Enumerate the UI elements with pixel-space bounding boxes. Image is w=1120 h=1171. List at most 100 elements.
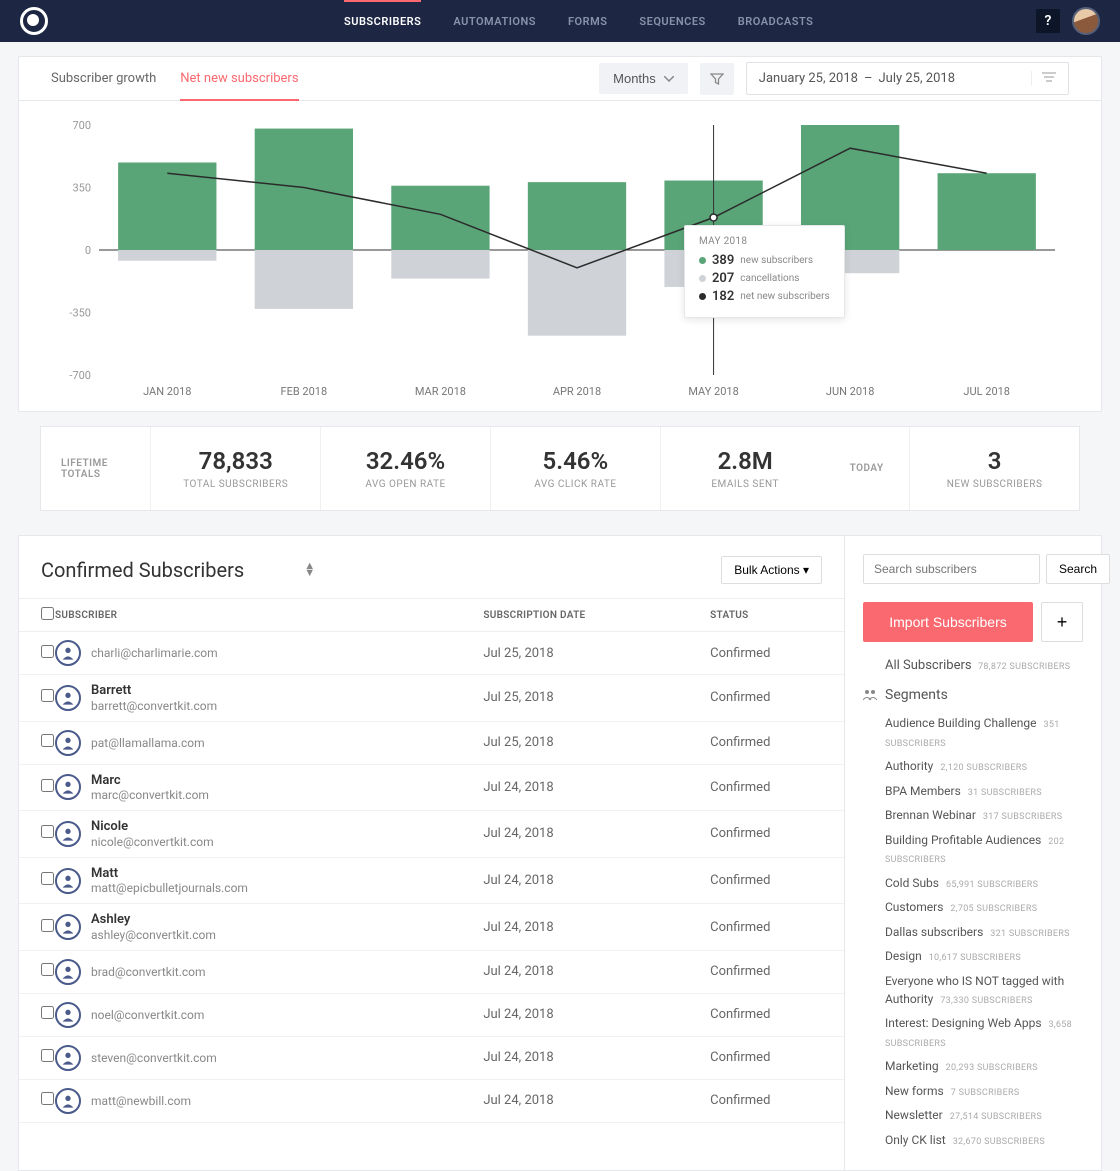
segment-item[interactable]: Everyone who IS NOT tagged with Authorit… [863, 969, 1083, 1012]
th-date[interactable]: SUBSCRIPTION DATE [483, 599, 710, 632]
svg-text:MAY 2018: MAY 2018 [688, 385, 738, 398]
svg-text:350: 350 [72, 182, 91, 195]
help-button[interactable]: ? [1036, 9, 1060, 33]
stat-block: 5.46%AVG CLICK RATE [491, 427, 661, 510]
row-checkbox[interactable] [41, 872, 54, 885]
add-button[interactable]: + [1041, 602, 1083, 642]
stats-row: LIFETIME TOTALS 78,833TOTAL SUBSCRIBERS3… [40, 426, 1080, 511]
row-checkbox[interactable] [41, 734, 54, 747]
table-row[interactable]: Marcmarc@convertkit.comJul 24, 2018Confi… [19, 764, 844, 811]
svg-text:JUL 2018: JUL 2018 [963, 385, 1010, 398]
row-checkbox[interactable] [41, 779, 54, 792]
nav-tab-forms[interactable]: FORMS [552, 0, 623, 42]
import-subscribers-button[interactable]: Import Subscribers [863, 602, 1033, 642]
segment-item[interactable]: Authority 2,120 SUBSCRIBERS [863, 754, 1083, 779]
svg-text:APR 2018: APR 2018 [553, 385, 601, 398]
chart-panel: Subscriber growth Net new subscribers Mo… [18, 56, 1102, 412]
interval-dropdown[interactable]: Months [599, 63, 688, 94]
select-all-checkbox[interactable] [41, 607, 54, 620]
segment-item[interactable]: Only CK list 32,670 SUBSCRIBERS [863, 1128, 1083, 1153]
subscribers-title: Confirmed Subscribers [41, 558, 244, 582]
nav-tabs: SUBSCRIBERSAUTOMATIONSFORMSSEQUENCESBROA… [328, 0, 829, 42]
person-icon [55, 868, 81, 894]
segment-item[interactable]: New forms 7 SUBSCRIBERS [863, 1079, 1083, 1104]
stat-block: 2.8MEMAILS SENT [661, 427, 830, 510]
filter-button[interactable] [700, 63, 734, 95]
segment-item[interactable]: Cold Subs 65,991 SUBSCRIBERS [863, 871, 1083, 896]
table-row[interactable]: noel@convertkit.comJul 24, 2018Confirmed [19, 993, 844, 1036]
logo[interactable] [20, 7, 48, 35]
segment-item[interactable]: Audience Building Challenge 351 SUBSCRIB… [863, 711, 1083, 754]
svg-text:FEB 2018: FEB 2018 [281, 385, 328, 398]
row-checkbox[interactable] [41, 963, 54, 976]
row-checkbox[interactable] [41, 1092, 54, 1105]
segment-item[interactable]: Marketing 20,293 SUBSCRIBERS [863, 1054, 1083, 1079]
today-sublabel: NEW SUBSCRIBERS [920, 479, 1069, 490]
segment-item[interactable]: Interest: Designing Web Apps 3,658 SUBSC… [863, 1011, 1083, 1054]
sort-icon [1042, 72, 1056, 82]
date-from: January 25, 2018 [759, 71, 858, 86]
segment-item[interactable]: Newsletter 27,514 SUBSCRIBERS [863, 1103, 1083, 1128]
stat-block: 78,833TOTAL SUBSCRIBERS [151, 427, 321, 510]
tab-subscriber-growth[interactable]: Subscriber growth [51, 58, 156, 99]
chart[interactable]: 7003500-350-700JAN 2018FEB 2018MAR 2018A… [19, 101, 1101, 411]
person-icon [55, 1045, 81, 1071]
segment-item[interactable]: Brennan Webinar 317 SUBSCRIBERS [863, 803, 1083, 828]
search-button[interactable]: Search [1046, 554, 1110, 584]
nav-tab-sequences[interactable]: SEQUENCES [623, 0, 721, 42]
tooltip-title: MAY 2018 [699, 236, 830, 247]
person-icon [55, 1002, 81, 1028]
chevron-down-icon [664, 76, 674, 82]
svg-text:JAN 2018: JAN 2018 [143, 385, 191, 398]
svg-text:MAR 2018: MAR 2018 [415, 385, 466, 398]
today-label: TODAY [840, 463, 884, 474]
segment-item[interactable]: BPA Members 31 SUBSCRIBERS [863, 779, 1083, 804]
th-subscriber[interactable]: SUBSCRIBER [55, 599, 483, 632]
top-nav: SUBSCRIBERSAUTOMATIONSFORMSSEQUENCESBROA… [0, 0, 1120, 42]
segment-item[interactable]: Dallas subscribers 321 SUBSCRIBERS [863, 920, 1083, 945]
table-row[interactable]: matt@newbill.comJul 24, 2018Confirmed [19, 1079, 844, 1122]
sort-toggle-icon[interactable]: ▲▼ [304, 563, 315, 576]
person-icon [55, 730, 81, 756]
svg-text:700: 700 [72, 119, 91, 132]
segments-heading: Segments [863, 687, 1083, 703]
table-row[interactable]: steven@convertkit.comJul 24, 2018Confirm… [19, 1036, 844, 1079]
table-row[interactable]: Mattmatt@epicbulletjournals.comJul 24, 2… [19, 857, 844, 904]
stat-block: 32.46%AVG OPEN RATE [321, 427, 491, 510]
nav-tab-subscribers[interactable]: SUBSCRIBERS [328, 0, 437, 42]
table-row[interactable]: Nicolenicole@convertkit.comJul 24, 2018C… [19, 811, 844, 858]
subscribers-panel: Confirmed Subscribers ▲▼ Bulk Actions ▾ … [18, 535, 844, 1171]
segment-item[interactable]: Building Profitable Audiences 202 SUBSCR… [863, 828, 1083, 871]
users-icon [863, 689, 877, 701]
tab-net-new[interactable]: Net new subscribers [180, 58, 298, 101]
row-checkbox[interactable] [41, 689, 54, 702]
bulk-label: Bulk Actions [734, 563, 799, 577]
row-checkbox[interactable] [41, 825, 54, 838]
segment-item[interactable]: Customers 2,705 SUBSCRIBERS [863, 895, 1083, 920]
row-checkbox[interactable] [41, 1006, 54, 1019]
table-row[interactable]: charli@charlimarie.comJul 25, 2018Confir… [19, 632, 844, 675]
table-row[interactable]: Ashleyashley@convertkit.comJul 24, 2018C… [19, 904, 844, 951]
date-range-picker[interactable]: January 25, 2018 – July 25, 2018 [746, 62, 1069, 95]
svg-text:0: 0 [85, 244, 91, 257]
segment-item[interactable]: Design 10,617 SUBSCRIBERS [863, 944, 1083, 969]
table-row[interactable]: brad@convertkit.comJul 24, 2018Confirmed [19, 950, 844, 993]
row-checkbox[interactable] [41, 919, 54, 932]
all-subscribers-link[interactable]: All Subscribers 78,872 SUBSCRIBERS [863, 658, 1083, 673]
user-avatar[interactable] [1072, 7, 1100, 35]
nav-tab-broadcasts[interactable]: BROADCASTS [722, 0, 830, 42]
sidebar: Search Import Subscribers + All Subscrib… [844, 535, 1102, 1171]
caret-down-icon: ▾ [803, 563, 809, 577]
row-checkbox[interactable] [41, 645, 54, 658]
nav-tab-automations[interactable]: AUTOMATIONS [437, 0, 552, 42]
svg-text:JUN 2018: JUN 2018 [826, 385, 875, 398]
svg-text:-700: -700 [69, 369, 91, 382]
table-row[interactable]: Barrettbarrett@convertkit.comJul 25, 201… [19, 675, 844, 722]
table-row[interactable]: pat@llamallama.comJul 25, 2018Confirmed [19, 721, 844, 764]
th-status[interactable]: STATUS [710, 599, 844, 632]
date-sep: – [864, 71, 873, 86]
person-icon [55, 685, 81, 711]
row-checkbox[interactable] [41, 1049, 54, 1062]
search-input[interactable] [863, 554, 1040, 584]
bulk-actions-button[interactable]: Bulk Actions ▾ [721, 556, 822, 584]
